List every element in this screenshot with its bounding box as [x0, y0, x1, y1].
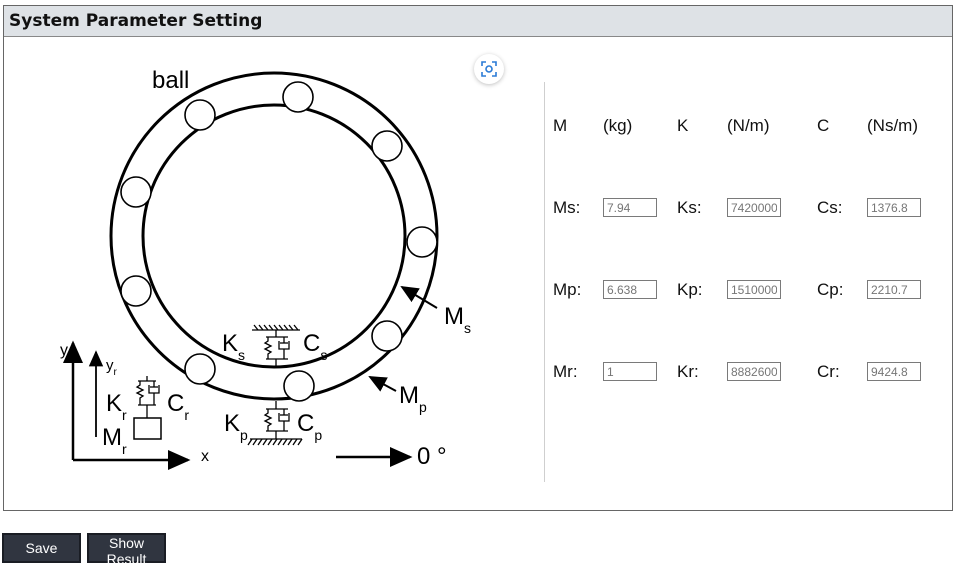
- cp-label: Cp: [297, 410, 322, 443]
- kp-cp-support: [247, 401, 303, 446]
- header-m: M: [553, 116, 568, 135]
- mp-input[interactable]: [603, 280, 657, 299]
- save-button[interactable]: Save: [2, 533, 81, 563]
- scan-icon-glyph: [481, 61, 497, 77]
- kp-input[interactable]: [727, 280, 781, 299]
- cr-field-label: Cr:: [817, 362, 840, 381]
- ks-field-label: Ks:: [677, 198, 702, 217]
- mp-label: Mp: [399, 382, 427, 415]
- bearing-diagram-svg: ball Ms Mp Ks Cs Kp Cp y x yr Kr Cr Mr 0…: [60, 67, 471, 470]
- column-divider: [544, 82, 545, 482]
- cp-field-label: Cp:: [817, 280, 844, 299]
- ball: [120, 176, 152, 208]
- ball: [371, 320, 403, 352]
- cs-input[interactable]: [867, 198, 921, 217]
- ms-input[interactable]: [603, 198, 657, 217]
- scan-icon[interactable]: [474, 54, 504, 84]
- balls: [120, 81, 438, 402]
- mp-field-label: Mp:: [553, 280, 582, 299]
- header-nsm-unit: (Ns/m): [867, 116, 918, 135]
- mp-pointer: [368, 376, 397, 392]
- x-axis-label: x: [201, 448, 209, 465]
- y-axis-label: y: [60, 342, 68, 359]
- ball: [184, 99, 216, 131]
- cs-field-label: Cs:: [817, 198, 843, 217]
- header-k: K: [677, 116, 689, 135]
- system-parameter-panel: System Parameter Setting ball Ms Mp Ks C…: [3, 5, 953, 511]
- kr-label: Kr: [106, 390, 127, 423]
- header-kg-unit: (kg): [603, 116, 633, 135]
- ball: [184, 353, 216, 385]
- bearing-diagram: ball Ms Mp Ks Cs Kp Cp y x yr Kr Cr Mr 0…: [4, 37, 544, 511]
- mr-field-label: Mr:: [553, 362, 578, 381]
- kr-field-label: Kr:: [677, 362, 699, 381]
- angle-label: 0 °: [417, 443, 447, 470]
- ks-cs-support: [252, 324, 300, 367]
- ms-field-label: Ms:: [553, 198, 581, 217]
- cs-label: Cs: [303, 330, 327, 363]
- header-c: C: [817, 116, 830, 135]
- kp-label: Kp: [224, 410, 248, 443]
- kr-cr-support: [135, 376, 160, 418]
- ball: [406, 226, 438, 258]
- ball: [282, 81, 314, 113]
- ball: [120, 275, 152, 307]
- kp-field-label: Kp:: [677, 280, 703, 299]
- ball: [283, 370, 315, 402]
- mr-label: Mr: [102, 424, 127, 457]
- panel-title: System Parameter Setting: [4, 6, 952, 37]
- header-nm-unit: (N/m): [727, 116, 770, 135]
- cr-label: Cr: [167, 390, 189, 423]
- ball-label: ball: [152, 67, 189, 94]
- mr-mass-block: [133, 417, 162, 440]
- ms-label: Ms: [444, 303, 471, 336]
- yr-axis-label: yr: [106, 357, 118, 378]
- show-result-button[interactable]: Show Result: [87, 533, 166, 567]
- cr-input[interactable]: [867, 362, 921, 381]
- ball: [371, 130, 403, 162]
- ms-pointer: [400, 285, 438, 309]
- ks-input[interactable]: [727, 198, 781, 217]
- inner-ring: [141, 103, 407, 369]
- kr-input[interactable]: [727, 362, 781, 381]
- cp-input[interactable]: [867, 280, 921, 299]
- mr-input[interactable]: [603, 362, 657, 381]
